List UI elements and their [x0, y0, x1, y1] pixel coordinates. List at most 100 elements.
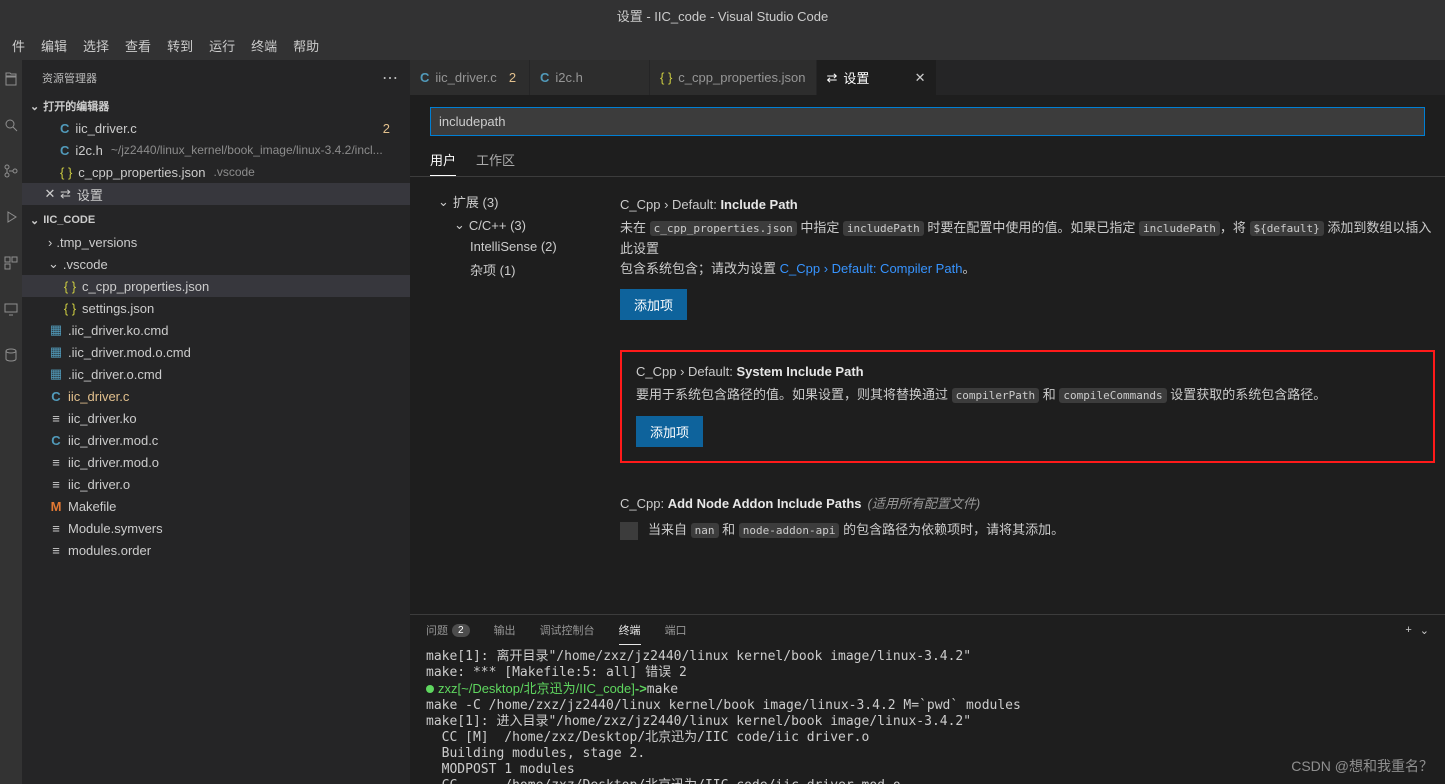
compiler-path-link[interactable]: C_Cpp › Default: Compiler Path [780, 261, 963, 276]
json-file-icon: { } [62, 301, 78, 316]
extensions-icon[interactable] [0, 252, 22, 274]
menu-terminal[interactable]: 终端 [243, 32, 285, 59]
checkbox[interactable] [620, 522, 638, 540]
tree-extensions[interactable]: ⌄扩展 (3) [418, 189, 602, 214]
watermark: CSDN @想和我重名？ [1291, 756, 1433, 776]
menu-edit[interactable]: 编辑 [33, 32, 75, 59]
chevron-down-icon: ⌄ [30, 100, 39, 113]
panel-chevron-icon[interactable]: ⌄ [1420, 618, 1429, 643]
tab-settings[interactable]: ⇄ 设置 ✕ [817, 60, 937, 95]
menu-view[interactable]: 查看 [117, 32, 159, 59]
tab-label: i2c.h [555, 70, 582, 85]
tab-label: iic_driver.c [435, 70, 496, 85]
c-file-icon: C [60, 143, 69, 158]
c-file-icon: C [48, 433, 64, 448]
tree-row[interactable]: ›.tmp_versions [22, 231, 410, 253]
tree-row[interactable]: ≡ iic_driver.mod.o [22, 451, 410, 473]
tab-label: 设置 [843, 68, 869, 87]
setting-node-addon: C_Cpp: Add Node Addon Include Paths(适用所有… [620, 493, 1435, 541]
tree-row[interactable]: { } settings.json [22, 297, 410, 319]
panel-tab-output[interactable]: 输出 [494, 616, 516, 644]
open-editor-item[interactable]: C iic_driver.c 2 [22, 117, 410, 139]
tree-row[interactable]: ▦.iic_driver.mod.o.cmd [22, 341, 410, 363]
menu-file[interactable]: 件 [4, 32, 33, 59]
tree-row[interactable]: ≡ modules.order [22, 539, 410, 561]
add-item-button[interactable]: 添加项 [620, 289, 687, 320]
debug-icon[interactable] [0, 206, 22, 228]
close-icon[interactable]: ✕ [915, 70, 926, 86]
tree-cpp[interactable]: ⌄C/C++ (3) [418, 214, 602, 236]
c-file-icon: C [540, 70, 549, 85]
txt-file-icon: ≡ [48, 543, 64, 558]
panel-add-icon[interactable]: + [1405, 618, 1411, 642]
tree-label: iic_driver.mod.o [68, 455, 159, 470]
chevron-down-icon: ⌄ [438, 194, 449, 210]
open-editor-item[interactable]: { } c_cpp_properties.json .vscode [22, 161, 410, 183]
bin-file-icon: ▦ [48, 322, 64, 338]
file-tree: ›.tmp_versions⌄.vscode{ }c_cpp_propertie… [22, 231, 410, 784]
tree-misc[interactable]: 杂项 (1) [418, 257, 602, 282]
setting-checkbox-row: 当来自 nan 和 node-addon-api 的包含路径为依赖项时，请将其添… [620, 520, 1435, 541]
panel-tab-terminal[interactable]: 终端 [619, 616, 641, 645]
open-editor-item[interactable]: C i2c.h ~/jz2440/linux_kernel/book_image… [22, 139, 410, 161]
scope-workspace-tab[interactable]: 工作区 [476, 144, 515, 176]
tree-label: settings.json [82, 301, 154, 316]
panel-tab-problems[interactable]: 问题2 [426, 610, 470, 650]
gear-icon: ⇄ [60, 186, 71, 202]
tree-row[interactable]: ≡Module.symvers [22, 517, 410, 539]
c-file-icon: C [48, 389, 64, 404]
tree-row[interactable]: ≡iic_driver.ko [22, 407, 410, 429]
close-icon[interactable]: ✕ [42, 186, 58, 202]
sidebar-more-icon[interactable]: ⋯ [382, 68, 398, 88]
scm-icon[interactable] [0, 160, 22, 182]
tree-row[interactable]: ▦ .iic_driver.ko.cmd [22, 319, 410, 341]
tab-i2c-h[interactable]: C i2c.h [530, 60, 650, 95]
tab-c-cpp-properties[interactable]: { } c_cpp_properties.json [650, 60, 817, 95]
tree-label: .iic_driver.mod.o.cmd [68, 345, 191, 360]
modified-badge: 2 [383, 121, 390, 136]
database-icon[interactable] [0, 344, 22, 366]
explorer-icon[interactable] [0, 68, 22, 90]
tree-row[interactable]: Ciic_driver.c [22, 385, 410, 407]
tree-label: .iic_driver.ko.cmd [68, 323, 168, 338]
tree-label: modules.order [68, 543, 151, 558]
setting-description: 未在 c_cpp_properties.json 中指定 includePath… [620, 218, 1435, 279]
tree-row[interactable]: Ciic_driver.mod.c [22, 429, 410, 451]
terminal-output[interactable]: make[1]: 离开目录"/home/zxz/jz2440/linux ker… [410, 645, 1445, 784]
tree-row[interactable]: { }c_cpp_properties.json [22, 275, 410, 297]
editor-name: 设置 [77, 185, 103, 204]
tree-row[interactable]: ⌄.vscode [22, 253, 410, 275]
add-item-button[interactable]: 添加项 [636, 416, 703, 447]
tree-intellisense[interactable]: IntelliSense (2) [418, 236, 602, 257]
tree-row[interactable]: ▦.iic_driver.o.cmd [22, 363, 410, 385]
checkbox-label: 当来自 nan 和 node-addon-api 的包含路径为依赖项时，请将其添… [648, 520, 1064, 541]
search-icon[interactable] [0, 114, 22, 136]
folder-header[interactable]: ⌄ IIC_CODE [22, 209, 410, 231]
menu-selection[interactable]: 选择 [75, 32, 117, 59]
panel-tab-debug[interactable]: 调试控制台 [540, 616, 595, 644]
panel-tab-ports[interactable]: 端口 [665, 616, 687, 644]
menu-go[interactable]: 转到 [159, 32, 201, 59]
tree-label: Module.symvers [68, 521, 163, 536]
titlebar: 设置 - IIC_code - Visual Studio Code [0, 0, 1445, 30]
menu-run[interactable]: 运行 [201, 32, 243, 59]
tree-row[interactable]: ≡iic_driver.o [22, 473, 410, 495]
tab-iic-driver[interactable]: C iic_driver.c 2 [410, 60, 530, 95]
tree-label: iic_driver.o [68, 477, 130, 492]
open-editor-item[interactable]: ✕ ⇄ 设置 [22, 183, 410, 205]
editor-tabs: C iic_driver.c 2 C i2c.h { } c_cpp_prope… [410, 60, 1445, 95]
menu-help[interactable]: 帮助 [285, 32, 327, 59]
open-editors-header[interactable]: ⌄ 打开的编辑器 [22, 95, 410, 117]
tab-label: c_cpp_properties.json [678, 70, 805, 85]
folder-label: IIC_CODE [43, 214, 95, 226]
tree-label: c_cpp_properties.json [82, 279, 209, 294]
setting-include-path: C_Cpp › Default: Include Path 未在 c_cpp_p… [620, 197, 1435, 320]
scope-user-tab[interactable]: 用户 [430, 144, 456, 176]
txt-file-icon: ≡ [48, 455, 64, 470]
settings-scope-tabs: 用户 工作区 [410, 144, 1445, 177]
tree-row[interactable]: MMakefile [22, 495, 410, 517]
settings-search-input[interactable] [430, 107, 1425, 136]
sidebar: 资源管理器 ⋯ ⌄ 打开的编辑器 C iic_driver.c 2 C i2c.… [22, 60, 410, 784]
setting-title: C_Cpp › Default: Include Path [620, 197, 1435, 212]
remote-icon[interactable] [0, 298, 22, 320]
